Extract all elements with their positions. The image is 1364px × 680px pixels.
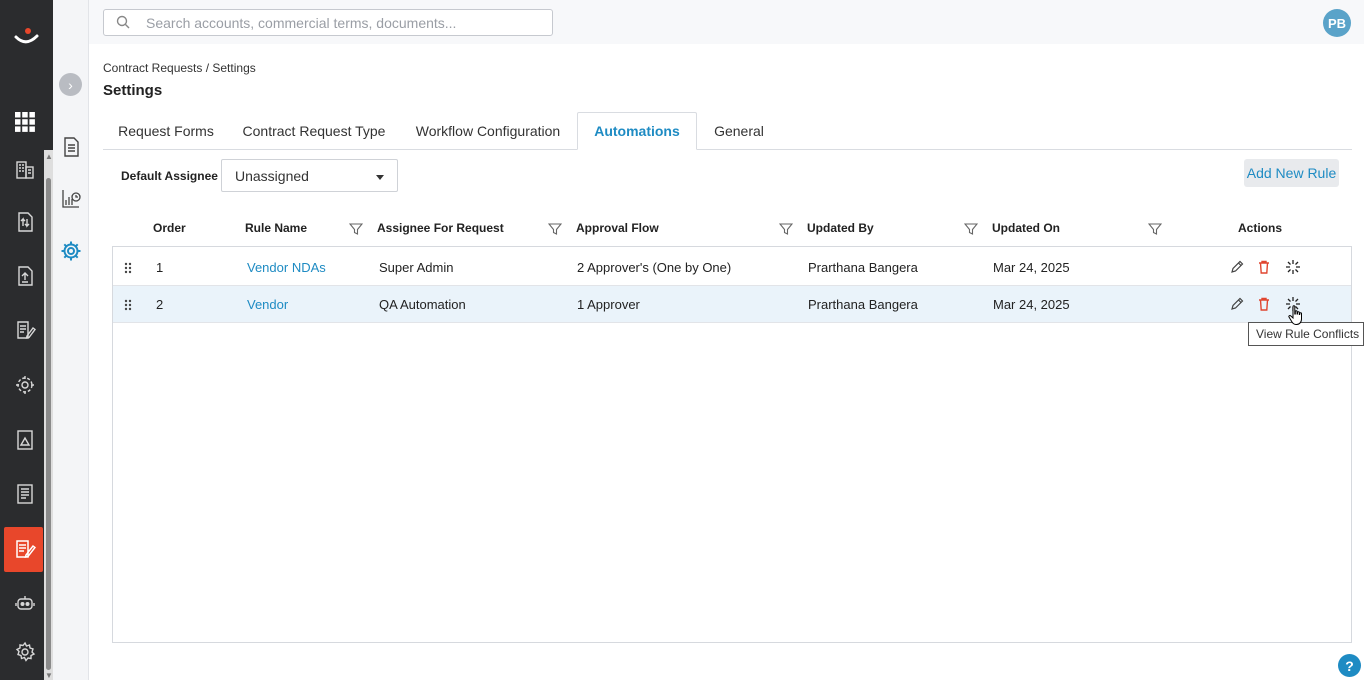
column-header-assignee: Assignee For Request xyxy=(377,221,504,235)
nav-scrollbar[interactable]: ▲ ▼ xyxy=(44,150,53,680)
column-header-updated-by: Updated By xyxy=(807,221,874,235)
drag-handle-icon[interactable] xyxy=(124,262,132,274)
cell-updated-on: Mar 24, 2025 xyxy=(993,297,1070,312)
tab-workflow-configuration[interactable]: Workflow Configuration xyxy=(399,112,577,150)
filter-icon[interactable] xyxy=(349,222,363,236)
chevron-down-icon xyxy=(376,175,384,180)
column-header-approval-flow: Approval Flow xyxy=(576,221,659,235)
search-icon xyxy=(116,15,130,29)
table-row[interactable]: 2 Vendor QA Automation 1 Approver Prarth… xyxy=(113,286,1351,323)
cell-approval-flow: 1 Approver xyxy=(577,297,640,312)
add-new-rule-button[interactable]: Add New Rule xyxy=(1244,159,1339,187)
expand-icon[interactable]: › xyxy=(59,73,82,96)
cell-updated-by: Prarthana Bangera xyxy=(808,297,918,312)
rule-conflicts-icon[interactable] xyxy=(1285,259,1301,275)
default-assignee-value: Unassigned xyxy=(235,168,309,184)
rule-name-link[interactable]: Vendor xyxy=(247,297,288,312)
rule-name-link[interactable]: Vendor NDAs xyxy=(247,260,326,275)
report-icon[interactable] xyxy=(60,187,82,209)
cell-updated-by: Prarthana Bangera xyxy=(808,260,918,275)
user-avatar[interactable]: PB xyxy=(1323,9,1351,37)
upload-doc-icon[interactable] xyxy=(11,208,39,236)
filter-icon[interactable] xyxy=(548,222,562,236)
cell-assignee: QA Automation xyxy=(379,297,466,312)
scroll-down-icon[interactable]: ▼ xyxy=(45,671,53,680)
column-header-rule-name: Rule Name xyxy=(245,221,308,235)
default-assignee-select[interactable]: Unassigned xyxy=(221,159,398,192)
delete-icon[interactable] xyxy=(1256,296,1272,312)
document-icon[interactable] xyxy=(11,480,39,508)
bot-icon[interactable] xyxy=(11,589,39,617)
column-header-order: Order xyxy=(153,221,186,235)
delete-icon[interactable] xyxy=(1256,259,1272,275)
gear-network-icon[interactable] xyxy=(11,371,39,399)
image-doc-icon[interactable] xyxy=(11,426,39,454)
primary-nav-rail: ▲ ▼ xyxy=(0,0,53,680)
default-assignee-label: Default Assignee xyxy=(121,169,218,183)
settings-gear-icon[interactable] xyxy=(60,240,82,262)
cell-updated-on: Mar 24, 2025 xyxy=(993,260,1070,275)
breadcrumb: Contract Requests / Settings xyxy=(103,61,256,75)
settings-icon[interactable] xyxy=(11,638,39,666)
cell-approval-flow: 2 Approver's (One by One) xyxy=(577,260,732,275)
logo-icon[interactable] xyxy=(12,22,40,50)
grid-icon[interactable] xyxy=(11,108,39,136)
document-list-icon[interactable] xyxy=(60,136,82,158)
cell-assignee: Super Admin xyxy=(379,260,454,275)
rules-table-body: 1 Vendor NDAs Super Admin 2 Approver's (… xyxy=(112,246,1352,643)
edit-icon[interactable] xyxy=(1229,296,1245,312)
settings-tabs: Request Forms Contract Request Type Work… xyxy=(103,112,1352,150)
rules-table-header: Order Rule Name Assignee For Request App… xyxy=(112,212,1352,246)
file-upload-icon[interactable] xyxy=(11,262,39,290)
scroll-up-icon[interactable]: ▲ xyxy=(45,152,53,161)
contract-request-icon[interactable] xyxy=(11,535,39,563)
edit-doc-icon[interactable] xyxy=(11,316,39,344)
filter-icon[interactable] xyxy=(1148,222,1162,236)
column-header-actions: Actions xyxy=(1238,221,1283,235)
tab-contract-request-type[interactable]: Contract Request Type xyxy=(229,112,399,150)
filter-icon[interactable] xyxy=(964,222,978,236)
cell-order: 1 xyxy=(156,260,164,275)
filter-icon[interactable] xyxy=(779,222,793,236)
tab-request-forms[interactable]: Request Forms xyxy=(103,112,229,150)
search-input[interactable] xyxy=(146,13,546,33)
edit-icon[interactable] xyxy=(1229,259,1245,275)
global-search[interactable] xyxy=(103,9,553,36)
cell-order: 2 xyxy=(156,297,164,312)
tooltip-view-rule-conflicts: View Rule Conflicts xyxy=(1248,322,1364,346)
tab-general[interactable]: General xyxy=(697,112,781,150)
hand-cursor-icon xyxy=(1288,305,1302,325)
app-window: ▲ ▼ › PB Contract Requests / Settings Se… xyxy=(0,0,1364,680)
drag-handle-icon[interactable] xyxy=(124,299,132,311)
scrollbar-thumb[interactable] xyxy=(46,178,51,670)
table-row[interactable]: 1 Vendor NDAs Super Admin 2 Approver's (… xyxy=(113,249,1351,286)
secondary-nav: › xyxy=(53,0,89,680)
tab-automations[interactable]: Automations xyxy=(577,112,697,150)
top-bar: PB xyxy=(89,0,1364,44)
building-icon[interactable] xyxy=(11,155,39,183)
column-header-updated-on: Updated On xyxy=(992,221,1060,235)
help-button[interactable]: ? xyxy=(1338,654,1361,677)
page-title: Settings xyxy=(103,82,163,99)
